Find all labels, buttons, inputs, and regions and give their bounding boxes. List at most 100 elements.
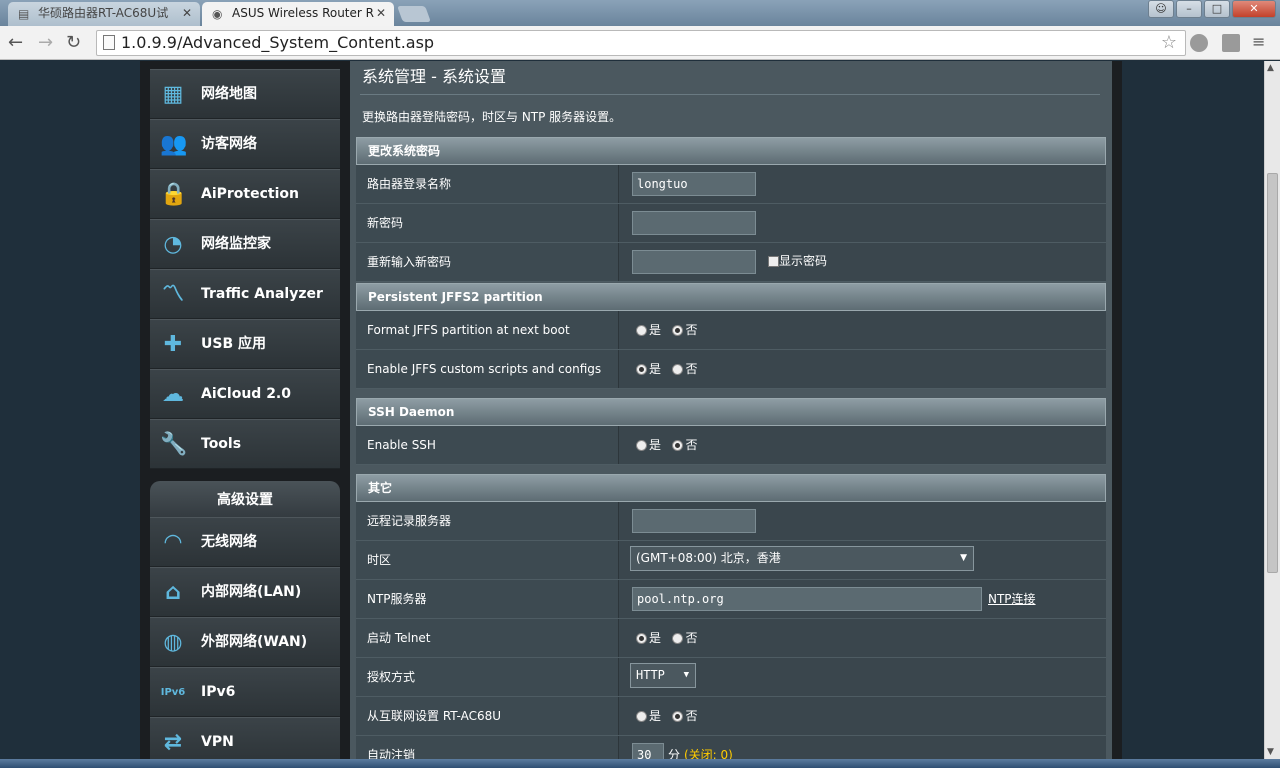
- guest-network-icon: 👥: [160, 132, 188, 157]
- field-label: 自动注销: [356, 736, 619, 759]
- radio-no[interactable]: [672, 711, 684, 722]
- forward-icon[interactable]: →: [38, 32, 53, 53]
- ntp-link[interactable]: NTP连接: [988, 590, 1036, 607]
- sidebar-item-label: 网络地图: [201, 86, 257, 102]
- radio-label: 否: [685, 631, 698, 645]
- password-section: 更改系统密码 路由器登录名称 longtuo 新密码 重新输入新密码 显示密码: [356, 137, 1106, 282]
- sidebar-item-network-monitor[interactable]: ◔ 网络监控家: [150, 219, 340, 269]
- checkbox-label: 显示密码: [779, 254, 828, 268]
- checkbox-icon[interactable]: [768, 256, 779, 267]
- radio-no[interactable]: [672, 364, 684, 375]
- sidebar-item-vpn[interactable]: ⇄ VPN: [150, 717, 340, 759]
- address-bar[interactable]: 1.0.9.9/Advanced_System_Content.asp ☆: [96, 30, 1186, 56]
- table-row: 从互联网设置 RT-AC68U 是 否: [356, 697, 1106, 736]
- advanced-settings-header: 高级设置: [150, 481, 340, 517]
- dropdown-arrow-icon: ▼: [683, 670, 689, 680]
- url-text: 1.0.9.9/Advanced_System_Content.asp: [121, 33, 435, 52]
- radio-no[interactable]: [672, 633, 684, 644]
- radio-no[interactable]: [672, 325, 684, 336]
- sidebar-item-lan[interactable]: ⌂ 内部网络(LAN): [150, 567, 340, 617]
- sidebar-item-label: Tools: [201, 436, 242, 452]
- wireless-icon: ◉: [212, 7, 223, 21]
- scroll-up-icon[interactable]: ▲: [1267, 63, 1274, 73]
- page-icon: ▤: [18, 7, 30, 21]
- minimize-button[interactable]: –: [1176, 0, 1202, 18]
- router-page: ▦ 网络地图 👥 访客网络 🔒 AiProtection ◔ 网络监控家 〽 Traffi…: [0, 61, 1264, 759]
- jffs-scripts-radio-group: 是 否: [636, 350, 697, 388]
- radio-yes[interactable]: [636, 633, 647, 644]
- reload-icon[interactable]: ↻: [66, 32, 81, 53]
- browser-tab-bar: ▤ 华硕路由器RT-AC68U试 ✕ ◉ ASUS Wireless Route…: [0, 0, 1280, 26]
- radio-yes[interactable]: [636, 325, 647, 336]
- log-server-input[interactable]: [632, 509, 756, 533]
- radio-label: 是: [649, 709, 662, 723]
- radio-yes[interactable]: [636, 364, 647, 375]
- show-password-checkbox[interactable]: 显示密码: [768, 252, 827, 269]
- new-tab-button[interactable]: [397, 6, 431, 22]
- sidebar-item-label: Traffic Analyzer: [201, 286, 323, 302]
- back-icon[interactable]: ←: [8, 32, 23, 53]
- sidebar-item-guest-network[interactable]: 👥 访客网络: [150, 119, 340, 169]
- extension-icon[interactable]: [1190, 34, 1208, 52]
- field-label: 从互联网设置 RT-AC68U: [356, 697, 619, 735]
- sidebar: ▦ 网络地图 👥 访客网络 🔒 AiProtection ◔ 网络监控家 〽 Traffi…: [150, 61, 340, 759]
- sidebar-item-tools[interactable]: 🔧 Tools: [150, 419, 340, 469]
- radio-yes[interactable]: [636, 711, 647, 722]
- sidebar-item-label: AiCloud 2.0: [201, 386, 291, 402]
- radio-label: 否: [685, 709, 698, 723]
- field-label: NTP服务器: [356, 580, 619, 618]
- bookmark-star-icon[interactable]: ☆: [1161, 31, 1177, 55]
- home-icon: ⌂: [165, 580, 181, 605]
- vertical-scrollbar[interactable]: ▲ ▼: [1264, 61, 1280, 759]
- dropdown-arrow-icon: ▼: [960, 553, 967, 563]
- auth-method-select[interactable]: HTTP ▼: [630, 663, 696, 688]
- auto-logout-input[interactable]: 30: [632, 743, 664, 759]
- retype-password-input[interactable]: [632, 250, 756, 274]
- telnet-radio-group: 是 否: [636, 619, 697, 657]
- radio-yes[interactable]: [636, 440, 647, 451]
- table-row: 自动注销 30 分 (关闭: 0): [356, 736, 1106, 759]
- radio-label: 是: [649, 631, 662, 645]
- section-header: Persistent JFFS2 partition: [356, 283, 1106, 311]
- radio-label: 是: [649, 323, 662, 337]
- sidebar-item-aicloud[interactable]: ☁ AiCloud 2.0: [150, 369, 340, 419]
- unit-label: 分: [668, 748, 681, 759]
- ipv6-icon: IPv6: [160, 687, 186, 698]
- page-icon: [103, 35, 115, 50]
- sidebar-item-label: AiProtection: [201, 186, 299, 202]
- user-icon[interactable]: ☺: [1148, 0, 1174, 18]
- radio-label: 否: [685, 362, 698, 376]
- login-name-input[interactable]: longtuo: [632, 172, 756, 196]
- sidebar-item-usb[interactable]: ✚ USB 应用: [150, 319, 340, 369]
- sidebar-item-network-map[interactable]: ▦ 网络地图: [150, 69, 340, 119]
- select-value: (GMT+08:00) 北京，香港: [636, 551, 781, 565]
- menu-icon[interactable]: ≡: [1252, 32, 1265, 51]
- extension-icon[interactable]: [1222, 34, 1240, 52]
- browser-tab-active[interactable]: ◉ ASUS Wireless Router R ✕: [202, 2, 394, 26]
- field-label: Enable SSH: [356, 426, 619, 464]
- tab-label: ASUS Wireless Router R: [232, 6, 374, 20]
- close-icon[interactable]: ✕: [182, 2, 192, 24]
- radio-no[interactable]: [672, 440, 684, 451]
- close-icon[interactable]: ✕: [376, 2, 386, 24]
- sidebar-item-aiprotection[interactable]: 🔒 AiProtection: [150, 169, 340, 219]
- scrollbar-thumb[interactable]: [1267, 173, 1278, 573]
- vpn-icon: ⇄: [163, 730, 183, 755]
- new-password-input[interactable]: [632, 211, 756, 235]
- auto-logout-note: (关闭: 0): [684, 748, 733, 759]
- sidebar-item-wireless[interactable]: ◠ 无线网络: [150, 517, 340, 567]
- timezone-select[interactable]: (GMT+08:00) 北京，香港 ▼: [630, 546, 974, 571]
- sidebar-item-label: 无线网络: [201, 534, 257, 550]
- scroll-down-icon[interactable]: ▼: [1267, 747, 1274, 757]
- sidebar-item-traffic-analyzer[interactable]: 〽 Traffic Analyzer: [150, 269, 340, 319]
- ssh-section: SSH Daemon Enable SSH 是 否: [356, 398, 1106, 465]
- table-row: 远程记录服务器: [356, 502, 1106, 541]
- browser-tab[interactable]: ▤ 华硕路由器RT-AC68U试 ✕: [8, 2, 200, 26]
- ntp-server-input[interactable]: pool.ntp.org: [632, 587, 982, 611]
- maximize-button[interactable]: □: [1204, 0, 1230, 18]
- sidebar-item-wan[interactable]: ◍ 外部网络(WAN): [150, 617, 340, 667]
- sidebar-item-ipv6[interactable]: IPv6 IPv6: [150, 667, 340, 717]
- field-label: 启动 Telnet: [356, 619, 619, 657]
- close-window-button[interactable]: ✕: [1232, 0, 1276, 18]
- table-row: 重新输入新密码 显示密码: [356, 243, 1106, 282]
